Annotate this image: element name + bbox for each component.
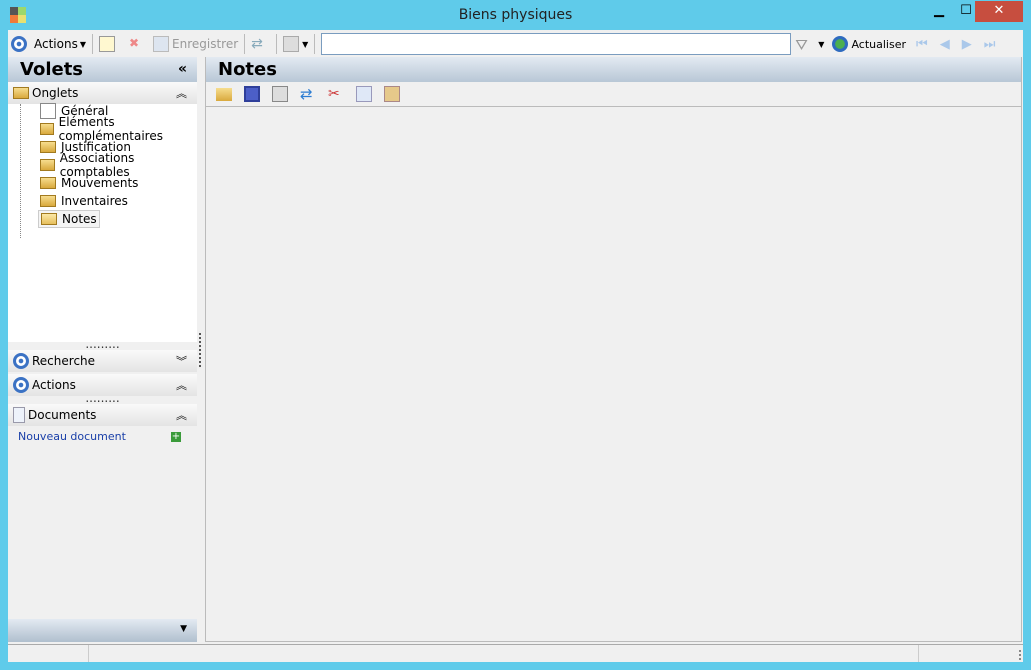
tree-item-label: Mouvements bbox=[61, 176, 139, 190]
first-record-icon[interactable]: ⏮ bbox=[916, 37, 928, 52]
sync-button[interactable]: ⇄ bbox=[247, 33, 274, 55]
documents-label: Documents bbox=[28, 408, 97, 422]
print-icon[interactable] bbox=[272, 86, 288, 102]
tree-item-mouvements[interactable]: Mouvements bbox=[38, 174, 140, 192]
folder-icon bbox=[40, 141, 56, 153]
sync-icon: ⇄ bbox=[251, 36, 263, 52]
new-document-link[interactable]: Nouveau document + bbox=[8, 426, 197, 448]
main-header: Notes bbox=[206, 57, 1021, 82]
refresh-icon bbox=[832, 36, 849, 52]
tree-item-elements-complementaires[interactable]: Eléments complémentaires bbox=[38, 115, 197, 143]
chevron-down-icon[interactable]: ︾ bbox=[176, 353, 187, 369]
tree-item-associations-comptables[interactable]: Associations comptables bbox=[38, 151, 197, 179]
actions-menu[interactable]: Actions ▼ bbox=[30, 33, 90, 55]
sync-icon[interactable]: ⇄ bbox=[300, 86, 316, 102]
onglets-tree: Général Eléments complémentaires Justifi… bbox=[8, 103, 197, 342]
search-input[interactable] bbox=[321, 33, 792, 55]
next-record-icon[interactable]: ▶ bbox=[962, 37, 972, 52]
folder-icon bbox=[13, 87, 29, 99]
folder-icon bbox=[40, 123, 54, 135]
print-button[interactable]: ▼ bbox=[279, 33, 312, 55]
paste-icon[interactable] bbox=[384, 86, 400, 102]
main-panel: Notes ⇄ ✂ bbox=[205, 57, 1022, 642]
title-bar: Biens physiques bbox=[0, 0, 1031, 30]
delete-icon: ✖ bbox=[128, 36, 140, 50]
notes-toolbar: ⇄ ✂ bbox=[206, 82, 1021, 107]
onglets-group-header[interactable]: Onglets ︽ bbox=[8, 82, 197, 104]
last-record-icon[interactable]: ⏭ bbox=[984, 37, 996, 52]
folder-icon bbox=[40, 195, 56, 207]
filter-dropdown[interactable]: ▼ bbox=[818, 40, 824, 49]
save-label: Enregistrer bbox=[172, 37, 239, 51]
onglets-label: Onglets bbox=[32, 86, 79, 100]
documents-group-header[interactable]: Documents ︽ bbox=[8, 404, 197, 426]
pane-overflow-bar[interactable]: ▼ bbox=[8, 619, 197, 642]
actions-pane-icon bbox=[13, 377, 29, 393]
cut-icon[interactable]: ✂ bbox=[328, 86, 344, 102]
previous-record-icon[interactable]: ◀ bbox=[940, 37, 950, 52]
close-button[interactable]: ✕ bbox=[975, 1, 1023, 22]
chevron-up-icon[interactable]: ︽ bbox=[176, 85, 187, 101]
document-gear-icon bbox=[40, 103, 56, 119]
app-icon bbox=[10, 7, 26, 23]
overflow-dropdown-icon[interactable]: ▼ bbox=[180, 624, 187, 634]
refresh-label: Actualiser bbox=[851, 37, 906, 51]
tree-item-label: Inventaires bbox=[61, 194, 128, 208]
actions-icon bbox=[11, 36, 27, 52]
main-toolbar: Actions ▼ ✖ Enregistrer ⇄ ▼ ⛛ ▼ Actualise… bbox=[8, 31, 1023, 57]
left-pane: Volets « Onglets ︽ Général Eléments complé… bbox=[8, 57, 197, 642]
new-button[interactable] bbox=[95, 33, 122, 55]
actions-group-header[interactable]: Actions ︽ bbox=[8, 374, 197, 396]
delete-button[interactable]: ✖ bbox=[122, 33, 149, 55]
tree-item-inventaires[interactable]: Inventaires bbox=[38, 192, 130, 210]
document-icon bbox=[13, 407, 25, 423]
folder-icon bbox=[40, 159, 55, 171]
panes-title: Volets bbox=[20, 59, 84, 80]
new-icon bbox=[99, 36, 115, 52]
save-button[interactable]: Enregistrer bbox=[149, 33, 242, 55]
folder-icon bbox=[40, 177, 56, 189]
chevron-up-icon[interactable]: ︽ bbox=[176, 377, 187, 393]
tree-item-notes[interactable]: Notes bbox=[38, 210, 100, 228]
new-document-label: Nouveau document bbox=[18, 430, 126, 443]
chevron-up-icon[interactable]: ︽ bbox=[176, 407, 187, 423]
refresh-button[interactable]: Actualiser bbox=[828, 33, 910, 55]
save-icon bbox=[153, 36, 169, 52]
actions-label: Actions bbox=[34, 37, 78, 51]
save-icon[interactable] bbox=[244, 86, 260, 102]
window-title: Biens physiques bbox=[458, 7, 573, 23]
actions-pane-label: Actions bbox=[32, 378, 76, 392]
splitter-handle[interactable]: ......... bbox=[8, 392, 197, 404]
recherche-group-header[interactable]: Recherche ︾ bbox=[8, 350, 197, 372]
vertical-splitter[interactable] bbox=[199, 333, 201, 367]
add-icon[interactable]: + bbox=[171, 432, 181, 442]
filter-icon[interactable]: ⛛ bbox=[795, 36, 811, 54]
status-bar bbox=[8, 644, 1023, 662]
copy-icon[interactable] bbox=[356, 86, 372, 102]
print-icon bbox=[283, 36, 300, 52]
search-pane-icon bbox=[13, 353, 29, 369]
recherche-label: Recherche bbox=[32, 354, 96, 368]
panes-header: Volets « bbox=[8, 57, 197, 82]
tree-item-label: Notes bbox=[62, 212, 97, 226]
splitter-handle[interactable]: ......... bbox=[8, 338, 197, 350]
open-icon[interactable] bbox=[216, 87, 232, 101]
collapse-panes-button[interactable]: « bbox=[178, 57, 187, 82]
resize-grip[interactable] bbox=[1013, 650, 1021, 660]
main-title: Notes bbox=[218, 59, 277, 80]
folder-open-icon bbox=[41, 213, 57, 225]
